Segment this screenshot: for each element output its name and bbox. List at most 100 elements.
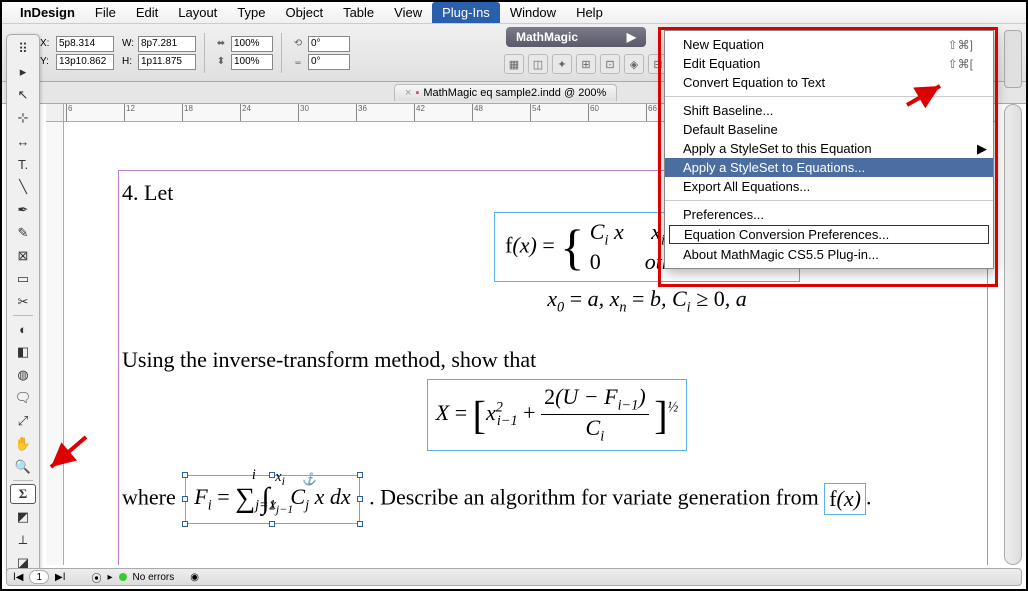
ruler-tick: 30 bbox=[298, 104, 309, 121]
ruler-tick: 54 bbox=[530, 104, 541, 121]
dropdown-item[interactable]: New Equation⇧⌘] bbox=[665, 35, 993, 54]
equation-4[interactable]: f(x) bbox=[824, 483, 866, 515]
dropdown-item[interactable]: Equation Conversion Preferences... bbox=[669, 225, 989, 244]
tool-note[interactable]: 🗨 bbox=[10, 388, 36, 408]
ruler-tick: 42 bbox=[414, 104, 425, 121]
preflight-status-icon bbox=[119, 573, 127, 581]
text-line3c: . bbox=[866, 484, 872, 509]
document-icon: ▪ bbox=[415, 87, 419, 99]
preflight-status-text[interactable]: No errors bbox=[133, 572, 175, 583]
tool-grabber[interactable]: ⠿ bbox=[10, 39, 36, 59]
red-arrow-sigma bbox=[46, 432, 96, 485]
dropdown-item-label: Equation Conversion Preferences... bbox=[684, 227, 889, 242]
status-bar: ⅼ◀ 1 ▶ⅼ ⦿ ▸ No errors ◉ bbox=[6, 568, 1022, 586]
menu-layout[interactable]: Layout bbox=[168, 2, 227, 23]
tool-type[interactable]: T. bbox=[10, 154, 36, 174]
rotate-input[interactable] bbox=[308, 36, 350, 52]
ruler-tick: 24 bbox=[240, 104, 251, 121]
y-input[interactable] bbox=[56, 54, 114, 70]
x-input[interactable] bbox=[56, 36, 114, 52]
document-tab[interactable]: × ▪ MathMagic eq sample2.indd @ 200% bbox=[394, 84, 617, 101]
ruler-tick: 12 bbox=[124, 104, 135, 121]
vertical-ruler[interactable] bbox=[46, 122, 64, 565]
y-label: Y: bbox=[40, 56, 54, 67]
dropdown-item[interactable]: Apply a StyleSet to this Equation▶ bbox=[665, 139, 993, 158]
close-tab-icon[interactable]: × bbox=[405, 87, 411, 99]
tool-line[interactable]: ╲ bbox=[10, 177, 36, 197]
shear-input[interactable] bbox=[308, 54, 350, 70]
app-name: InDesign bbox=[20, 5, 75, 20]
icon-a[interactable]: ▦ bbox=[504, 54, 524, 74]
dropdown-item[interactable]: Preferences... bbox=[665, 205, 993, 224]
mathmagic-submenu-label[interactable]: MathMagic▶ bbox=[506, 27, 646, 47]
tool-scissors[interactable]: ✂ bbox=[10, 292, 36, 312]
dropdown-item-label: New Equation bbox=[683, 37, 764, 52]
dropdown-shortcut: ⇧⌘[ bbox=[948, 57, 973, 71]
tool-transform[interactable]: ◐ bbox=[10, 319, 36, 339]
document-title: MathMagic eq sample2.indd @ 200% bbox=[423, 87, 606, 99]
dropdown-item[interactable]: Edit Equation ⇧⌘[ bbox=[665, 54, 993, 73]
dropdown-item-label: About MathMagic CS5.5 Plug-in... bbox=[683, 247, 879, 262]
tool-apply-color[interactable]: ⟂ bbox=[10, 530, 36, 550]
text-line2: Using the inverse-transform method, show… bbox=[122, 347, 992, 373]
menu-view[interactable]: View bbox=[384, 2, 432, 23]
scale-x-input[interactable] bbox=[231, 36, 273, 52]
dropdown-item-label: Shift Baseline... bbox=[683, 103, 773, 118]
scale-y-icon: ⬍ bbox=[213, 54, 229, 70]
text-where: where bbox=[122, 484, 176, 509]
icon-f[interactable]: ◈ bbox=[624, 54, 644, 74]
equation-2[interactable]: X = [x2i−1 + 2(U − Fi−1)Ci ]½ bbox=[427, 379, 688, 451]
icon-b[interactable]: ◫ bbox=[528, 54, 548, 74]
icon-e[interactable]: ⊡ bbox=[600, 54, 620, 74]
dropdown-item[interactable]: Export All Equations... bbox=[665, 177, 993, 196]
scale-x-icon: ⬌ bbox=[213, 36, 229, 52]
menu-window[interactable]: Window bbox=[500, 2, 566, 23]
tool-mathmagic-sigma[interactable]: Σ bbox=[10, 484, 36, 504]
tool-selection[interactable]: ▸ bbox=[10, 62, 36, 82]
toolbar-icons: ▦ ◫ ✦ ⊞ ⊡ ◈ ⊟ bbox=[504, 54, 668, 74]
shear-icon: ⧢ bbox=[290, 54, 306, 70]
nav-next-icon[interactable]: ▸ bbox=[108, 572, 113, 583]
w-input[interactable] bbox=[138, 36, 196, 52]
menu-edit[interactable]: Edit bbox=[126, 2, 168, 23]
tool-zoom[interactable]: 🔍 bbox=[10, 457, 36, 477]
tool-rect[interactable]: ▭ bbox=[10, 269, 36, 289]
icon-c[interactable]: ✦ bbox=[552, 54, 572, 74]
open-nav-icon[interactable]: ⦿ bbox=[92, 570, 102, 585]
scale-y-input[interactable] bbox=[231, 54, 273, 70]
menu-object[interactable]: Object bbox=[276, 2, 334, 23]
equation-3-selected[interactable]: ⚓ Fi = ∑j=1i ∫xj−1xi Cj x dx bbox=[185, 475, 359, 524]
dropdown-item[interactable]: About MathMagic CS5.5 Plug-in... bbox=[665, 245, 993, 264]
menu-type[interactable]: Type bbox=[227, 2, 275, 23]
vertical-scrollbar[interactable] bbox=[1004, 104, 1022, 565]
dropdown-item-label: Apply a StyleSet to this Equation bbox=[683, 141, 872, 156]
ruler-tick: 66 bbox=[646, 104, 657, 121]
tool-pen[interactable]: ✒ bbox=[10, 200, 36, 220]
menu-file[interactable]: File bbox=[85, 2, 126, 23]
menu-help[interactable]: Help bbox=[566, 2, 613, 23]
page-nav-next[interactable]: ▶ⅼ bbox=[55, 572, 65, 583]
tool-feather[interactable]: ◍ bbox=[10, 365, 36, 385]
tool-direct[interactable]: ↖ bbox=[10, 85, 36, 105]
menu-plugins[interactable]: Plug-Ins bbox=[432, 2, 500, 23]
h-input[interactable] bbox=[138, 54, 196, 70]
menu-table[interactable]: Table bbox=[333, 2, 384, 23]
dropdown-separator bbox=[665, 200, 993, 201]
dropdown-item-label: Edit Equation bbox=[683, 56, 760, 71]
sync-icon[interactable]: ◉ bbox=[190, 572, 199, 583]
dropdown-item[interactable]: Default Baseline bbox=[665, 120, 993, 139]
tool-fill-swatch[interactable]: ◩ bbox=[10, 507, 36, 527]
page-number[interactable]: 1 bbox=[29, 570, 49, 584]
tool-rect-frame[interactable]: ⊠ bbox=[10, 246, 36, 266]
tool-pencil[interactable]: ✎ bbox=[10, 223, 36, 243]
page-nav-prev[interactable]: ⅼ◀ bbox=[13, 572, 23, 583]
tool-page[interactable]: ⊹ bbox=[10, 108, 36, 128]
tool-gradient[interactable]: ◧ bbox=[10, 342, 36, 362]
tool-hand[interactable]: ✋ bbox=[10, 434, 36, 454]
tool-gap[interactable]: ↔ bbox=[10, 131, 36, 151]
plugins-dropdown: New Equation⇧⌘]Edit Equation⇧⌘[Convert E… bbox=[664, 30, 994, 269]
dropdown-item[interactable]: Apply a StyleSet to Equations... bbox=[665, 158, 993, 177]
tool-eyedropper[interactable]: ⤢ bbox=[10, 411, 36, 431]
icon-d[interactable]: ⊞ bbox=[576, 54, 596, 74]
right-panel-strip[interactable] bbox=[1004, 30, 1022, 88]
